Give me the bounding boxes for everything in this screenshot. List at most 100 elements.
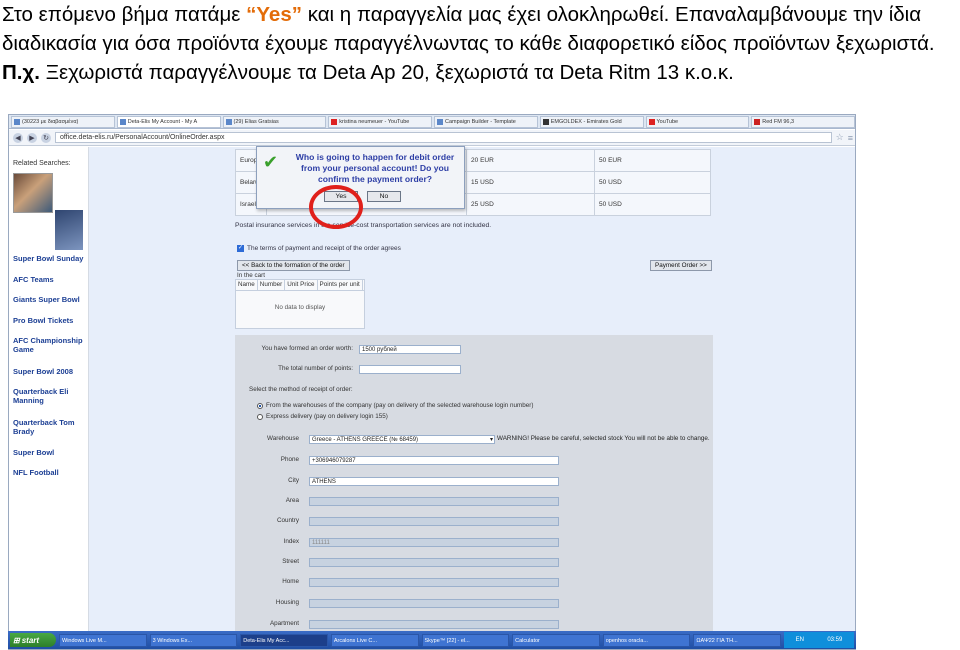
phone-label: Phone: [280, 456, 299, 463]
sidebar-photo: [13, 173, 53, 213]
highlight-circle: [309, 185, 363, 229]
radio-label: Express delivery (pay on delivery login …: [266, 413, 388, 420]
checkbox-checked-icon[interactable]: ✓: [237, 245, 244, 252]
start-label: start: [21, 635, 40, 645]
address-bar: ◀ ▶ ↻ office.deta-elis.ru/PersonalAccoun…: [9, 130, 855, 146]
taskbar-item[interactable]: openhos oracla...: [602, 633, 691, 647]
sidebar-link[interactable]: Super Bowl: [13, 448, 54, 457]
sidebar-link[interactable]: AFC Championship Game: [13, 336, 89, 354]
sidebar-link[interactable]: Giants Super Bowl: [13, 295, 80, 304]
tab-label: Deta-Elis My Account - My A: [127, 119, 198, 125]
cart-empty-message: No data to display: [274, 304, 326, 311]
order-worth-field[interactable]: 1500 рублей: [359, 345, 461, 354]
taskbar-item[interactable]: Windows Live M...: [59, 633, 147, 647]
warehouse-warning: WARNING! Please be careful, selected sto…: [497, 435, 710, 442]
phone-field[interactable]: +306946079287: [309, 456, 559, 465]
express-delivery-radio[interactable]: Express delivery (pay on delivery login …: [257, 413, 388, 420]
index-field[interactable]: 111111: [309, 538, 559, 547]
sidebar-link[interactable]: Quarterback Tom Brady: [13, 418, 85, 436]
favicon-icon: [225, 119, 232, 125]
menu-icon[interactable]: ≡: [848, 133, 853, 143]
cart-column-header: Number: [258, 280, 286, 290]
apartment-field[interactable]: [309, 620, 559, 629]
taskbar-item[interactable]: Arcalons Live C...: [330, 633, 419, 647]
sidebar-link[interactable]: AFC Teams: [13, 275, 54, 284]
chevron-down-icon[interactable]: ▾: [490, 436, 493, 443]
tab-label: Campaign Builder - Template: [445, 119, 516, 125]
language-indicator[interactable]: EN: [796, 637, 804, 643]
browser-tab-active[interactable]: Deta-Elis My Account - My A: [116, 116, 221, 128]
system-tray: EN 03:59: [784, 632, 854, 648]
browser-tab[interactable]: (29) Elias Gratsias: [222, 116, 327, 128]
housing-field[interactable]: [309, 599, 559, 608]
url-field[interactable]: office.deta-elis.ru/PersonalAccount/Onli…: [55, 132, 832, 143]
rate-value: 25 USD: [466, 193, 596, 216]
warehouse-select[interactable]: Greece - ATHENS GREECE (№ 68459) ▾: [309, 435, 495, 444]
instruction-caption: Στο επόμενο βήμα πατάμε “Yes” και η παρα…: [2, 0, 960, 87]
total-points-field[interactable]: [359, 365, 461, 374]
sidebar-photo-2: [55, 210, 83, 250]
sidebar-link[interactable]: Super Bowl 2008: [13, 367, 73, 376]
browser-tab[interactable]: kristina neumeuer - YouTube: [328, 116, 432, 128]
related-searches-heading: Related Searches:: [13, 160, 71, 167]
warehouse-pickup-radio[interactable]: From the warehouses of the company (pay …: [257, 402, 533, 409]
sidebar-link[interactable]: Quarterback Eli Manning: [13, 387, 83, 405]
home-label: Home: [282, 578, 299, 585]
browser-tab[interactable]: YouTube: [645, 116, 750, 128]
home-field[interactable]: [309, 578, 559, 587]
area-field[interactable]: [309, 497, 559, 506]
sidebar-link[interactable]: NFL Football: [13, 468, 59, 477]
payment-order-button[interactable]: Payment Order >>: [650, 260, 712, 271]
dialog-message: Who is going to happen for debit order f…: [295, 152, 455, 184]
browser-tab[interactable]: Campaign Builder - Template: [434, 116, 538, 128]
radio-selected-icon[interactable]: [257, 402, 263, 409]
browser-tab-bar: (30223 με διαβασμένα) Deta-Elis My Accou…: [9, 115, 855, 129]
tab-label: kristina neumeuer - YouTube: [339, 119, 410, 125]
warehouse-value: Greece - ATHENS GREECE (№ 68459): [312, 437, 419, 443]
cart-header-row: Name Number Unit Price Points per unit: [236, 280, 364, 291]
forward-arrow-icon[interactable]: ▶: [27, 132, 37, 143]
sidebar-link[interactable]: Pro Bowl Tickets: [13, 316, 73, 325]
rate-value: 50 USD: [594, 171, 711, 194]
taskbar-item[interactable]: Deta-Elis My Acc...: [240, 633, 328, 647]
cart-title: In the cart: [237, 272, 266, 279]
youtube-icon: [331, 119, 338, 125]
browser-tab[interactable]: (30223 με διαβασμένα): [11, 116, 115, 128]
taskbar-item[interactable]: 3 Windows Ex...: [149, 633, 238, 647]
order-form: You have formed an order worth: 1500 руб…: [235, 335, 713, 637]
order-worth-label: You have formed an order worth:: [261, 345, 353, 352]
start-button[interactable]: ⊞ start: [10, 633, 56, 647]
city-field[interactable]: ATHENS: [309, 477, 559, 486]
browser-tab[interactable]: Red FM 96,3: [751, 116, 855, 128]
back-to-order-button[interactable]: << Back to the formation of the order: [237, 260, 350, 271]
apartment-label: Apartment: [269, 620, 299, 627]
back-arrow-icon[interactable]: ◀: [13, 132, 23, 143]
taskbar-item[interactable]: ΩAΨ22 ΓΙΑ ΤΗ...: [693, 633, 781, 647]
caption-highlight-yes: “Yes”: [246, 3, 302, 26]
rate-value: 20 EUR: [466, 149, 596, 172]
tab-label: EMGOLDEX - Emirates Gold: [550, 119, 622, 125]
warehouse-label: Warehouse: [267, 435, 299, 442]
street-label: Street: [282, 558, 299, 565]
area-label: Area: [285, 497, 299, 504]
country-field[interactable]: [309, 517, 559, 526]
left-sidebar: Related Searches: Super Bowl Sunday AFC …: [9, 147, 89, 637]
order-page: Europe 20 EUR 50 EUR Belarus 15 USD 50 U…: [89, 147, 855, 637]
index-label: Index: [283, 538, 299, 545]
radio-icon[interactable]: [257, 413, 263, 420]
taskbar-item[interactable]: Skype™ [22] - el...: [421, 633, 510, 647]
terms-checkbox-row[interactable]: ✓ The terms of payment and receipt of th…: [237, 245, 401, 252]
street-field[interactable]: [309, 558, 559, 567]
sidebar-link[interactable]: Super Bowl Sunday: [13, 254, 83, 263]
no-button[interactable]: No: [367, 191, 401, 202]
browser-tab[interactable]: EMGOLDEX - Emirates Gold: [539, 116, 644, 128]
tab-label: (29) Elias Gratsias: [233, 119, 279, 125]
star-icon[interactable]: ☆: [836, 132, 844, 143]
favicon-icon: [119, 119, 126, 125]
browser-screenshot: (30223 με διαβασμένα) Deta-Elis My Accou…: [8, 114, 856, 650]
radio-label: From the warehouses of the company (pay …: [266, 402, 534, 409]
windows-taskbar: ⊞ start Windows Live M... 3 Windows Ex...…: [8, 631, 856, 649]
rate-value: 15 USD: [466, 171, 596, 194]
reload-icon[interactable]: ↻: [41, 132, 51, 143]
taskbar-item[interactable]: Calculator: [512, 633, 600, 647]
